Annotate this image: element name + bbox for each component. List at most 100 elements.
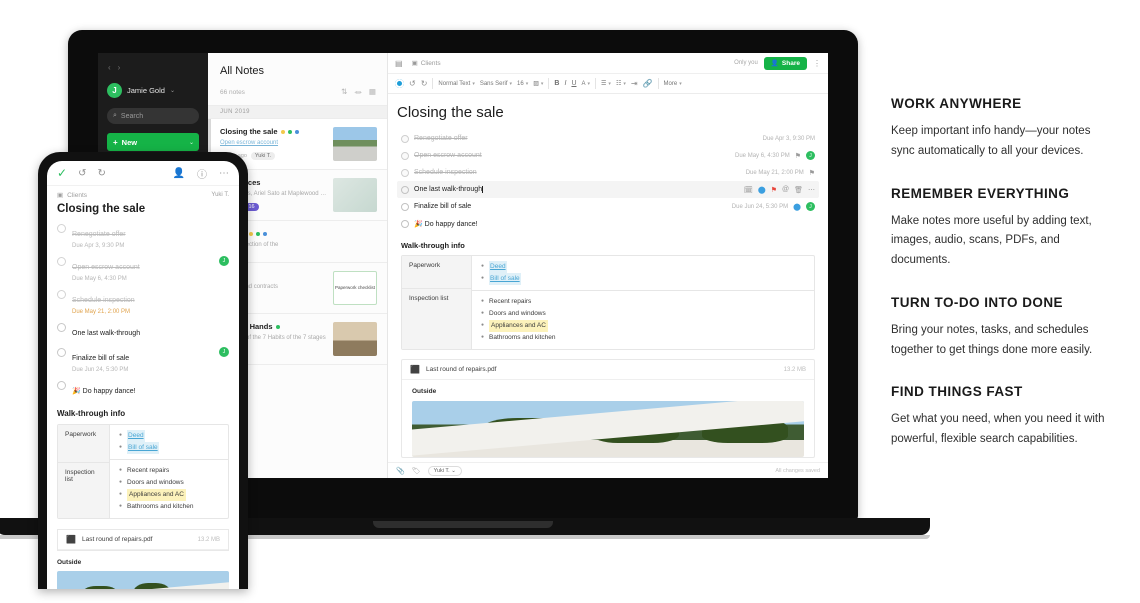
new-note-button[interactable]: + New ⌄ xyxy=(107,133,199,151)
table-cell: ● Recent repairs ● Doors and windows ● Appl… xyxy=(472,291,814,349)
bulleted-list-button[interactable]: ☰ ▾ xyxy=(601,80,611,88)
list-item: ● Recent repairs xyxy=(481,296,805,308)
divider xyxy=(432,78,434,89)
nav-forward-icon[interactable]: › xyxy=(118,63,121,72)
copy-body: Get what you need, when you need it with… xyxy=(891,413,1105,446)
info-icon[interactable]: ⓘ xyxy=(197,166,207,181)
task-row[interactable]: One last walk-through 🗓 ⬤ ⚑ @ 🗑 ⋯ xyxy=(397,181,819,198)
highlight-select[interactable]: ▨ ▾ xyxy=(533,80,543,88)
calendar-icon[interactable]: 🗓 xyxy=(744,186,753,194)
bullet-icon: ● xyxy=(119,444,123,451)
done-check-icon[interactable]: ✓ xyxy=(57,166,67,180)
task-row[interactable]: 🎉 Do happy dance! xyxy=(397,215,819,232)
text-color-button[interactable]: A ▾ xyxy=(582,81,591,87)
undo-icon[interactable]: ↺ xyxy=(409,79,416,88)
breadcrumb-label: Clients xyxy=(67,191,88,199)
attachment-block[interactable]: ⬛ Last round of repairs.pdf 13.2 MB Outs… xyxy=(401,359,815,459)
inspection-item: Bathrooms and kitchen xyxy=(489,334,556,342)
table-row-label: Inspection list xyxy=(65,469,95,483)
task-row[interactable]: 🎉 Do happy dance! xyxy=(47,380,239,405)
more-options-button[interactable]: More ▾ xyxy=(664,81,682,87)
checkbox-icon[interactable] xyxy=(401,185,409,194)
indent-icon[interactable]: ⇥ xyxy=(631,79,638,88)
flag-icon: ⚑ xyxy=(794,152,801,160)
attachment-block[interactable]: ⬛ Last round of repairs.pdf 13.2 MB xyxy=(57,529,229,552)
checkbox-checked-icon[interactable] xyxy=(57,257,66,266)
overflow-icon[interactable]: ⋯ xyxy=(808,186,815,194)
bullet-icon: ● xyxy=(119,467,123,474)
notebook-icon: ▣ xyxy=(411,60,418,67)
mention-icon[interactable]: @ xyxy=(782,186,789,193)
checkbox-checked-icon[interactable] xyxy=(401,168,409,177)
task-row[interactable]: Renegotiate offer Due Apr 3, 9:30 PM xyxy=(47,223,239,256)
note-tag[interactable]: Yuki T. ⌄ xyxy=(427,465,462,476)
bullet-icon: ● xyxy=(481,322,485,329)
undo-icon[interactable]: ↺ xyxy=(78,168,86,179)
list-item: ● Bill of sale xyxy=(481,273,805,286)
link-icon[interactable]: 🔗 xyxy=(643,79,653,88)
checkbox-icon[interactable] xyxy=(57,348,66,357)
task-row[interactable]: Open escrow account Due May 6, 4:30 PM J xyxy=(47,256,239,289)
checkbox-checked-icon[interactable] xyxy=(57,290,66,299)
task-row[interactable]: Finalize bill of sale Due Jun 24, 5:30 P… xyxy=(397,198,819,215)
task-row[interactable]: Schedule inspection Due May 21, 2:00 PM xyxy=(47,289,239,322)
task-row[interactable]: Renegotiate offer Due Apr 3, 9:30 PM xyxy=(397,130,819,147)
view-icon[interactable]: ▦ xyxy=(369,87,376,98)
checkbox-checked-icon[interactable] xyxy=(401,151,409,160)
breadcrumb[interactable]: ▣ Clients xyxy=(411,59,441,68)
link-deed[interactable]: Deed xyxy=(127,430,145,443)
tag-icon[interactable]: 🏷 xyxy=(412,467,421,475)
task-row[interactable]: One last walk-through xyxy=(47,322,239,347)
font-size-select[interactable]: 16 ▾ xyxy=(517,81,528,87)
sidebar-toggle-icon[interactable]: ▤ xyxy=(395,59,403,68)
task-row[interactable]: Finalize bill of sale Due Jun 24, 5:30 P… xyxy=(47,347,239,380)
overflow-icon[interactable]: ⋯ xyxy=(219,168,229,179)
filter-icon[interactable]: ⏛ xyxy=(354,87,362,98)
bullet-icon: ● xyxy=(119,432,123,439)
numbered-list-button[interactable]: ☷ ▾ xyxy=(616,80,626,88)
inspection-item: Recent repairs xyxy=(127,467,170,475)
redo-icon[interactable]: ↻ xyxy=(421,79,428,88)
notes-count: 66 notes xyxy=(220,89,245,96)
copy-heading: REMEMBER EVERYTHING xyxy=(891,185,1070,201)
share-button[interactable]: 👤 Share xyxy=(763,56,807,70)
share-icon[interactable]: 👤 xyxy=(173,168,185,179)
checkbox-checked-icon[interactable] xyxy=(57,224,66,233)
sidebar-account[interactable]: J Jamie Gold ⌄ xyxy=(107,83,199,98)
trash-icon[interactable]: 🗑 xyxy=(794,186,803,194)
attachment-row[interactable]: ⬛ Last round of repairs.pdf 13.2 MB xyxy=(58,530,228,551)
checkbox-icon[interactable] xyxy=(57,381,66,390)
overflow-icon[interactable]: ⋮ xyxy=(813,59,821,68)
attachment-row[interactable]: ⬛ Last round of repairs.pdf 13.2 MB xyxy=(402,360,814,381)
divider xyxy=(657,78,659,89)
phone-breadcrumb[interactable]: ▣ Clients Yuki T. xyxy=(47,186,239,200)
checkbox-icon[interactable] xyxy=(401,202,409,211)
copy-block: WORK ANYWHERE Keep important info handy—… xyxy=(891,96,1116,162)
search-input[interactable]: ⌕ Search xyxy=(107,108,199,124)
task-due: Due May 21, 2:00 PM xyxy=(745,169,804,176)
link-deed[interactable]: Deed xyxy=(489,261,507,274)
sort-icon[interactable]: ⇅ xyxy=(341,87,347,98)
link-bill-of-sale[interactable]: Bill of sale xyxy=(489,273,521,286)
list-item: ● Deed xyxy=(119,430,219,443)
bold-button[interactable]: B xyxy=(554,80,559,87)
redo-icon[interactable]: ↻ xyxy=(97,168,105,179)
checkbox-checked-icon[interactable] xyxy=(401,134,409,143)
task-row[interactable]: Schedule inspection Due May 21, 2:00 PM … xyxy=(397,164,819,181)
task-body: One last walk-through xyxy=(72,322,140,340)
flag-icon[interactable]: ⚑ xyxy=(771,186,777,194)
task-row[interactable]: Open escrow account Due May 6, 4:30 PM ⚑… xyxy=(397,147,819,164)
underline-button[interactable]: U xyxy=(571,80,576,87)
reminder-icon[interactable]: ⬤ xyxy=(758,186,766,194)
attach-icon[interactable]: 📎 xyxy=(396,467,405,475)
italic-button[interactable]: I xyxy=(564,80,566,87)
nav-back-icon[interactable]: ‹ xyxy=(108,63,111,72)
checkbox-icon[interactable] xyxy=(57,323,66,332)
task-body: Finalize bill of sale Due Jun 24, 5:30 P… xyxy=(72,347,129,373)
link-bill-of-sale[interactable]: Bill of sale xyxy=(127,442,159,455)
paragraph-style-select[interactable]: Normal Text ▾ xyxy=(438,81,474,87)
sync-icon[interactable] xyxy=(395,79,404,88)
font-family-select[interactable]: Sans Serif ▾ xyxy=(480,81,512,87)
divider xyxy=(548,78,550,89)
checkbox-icon[interactable] xyxy=(401,219,409,228)
